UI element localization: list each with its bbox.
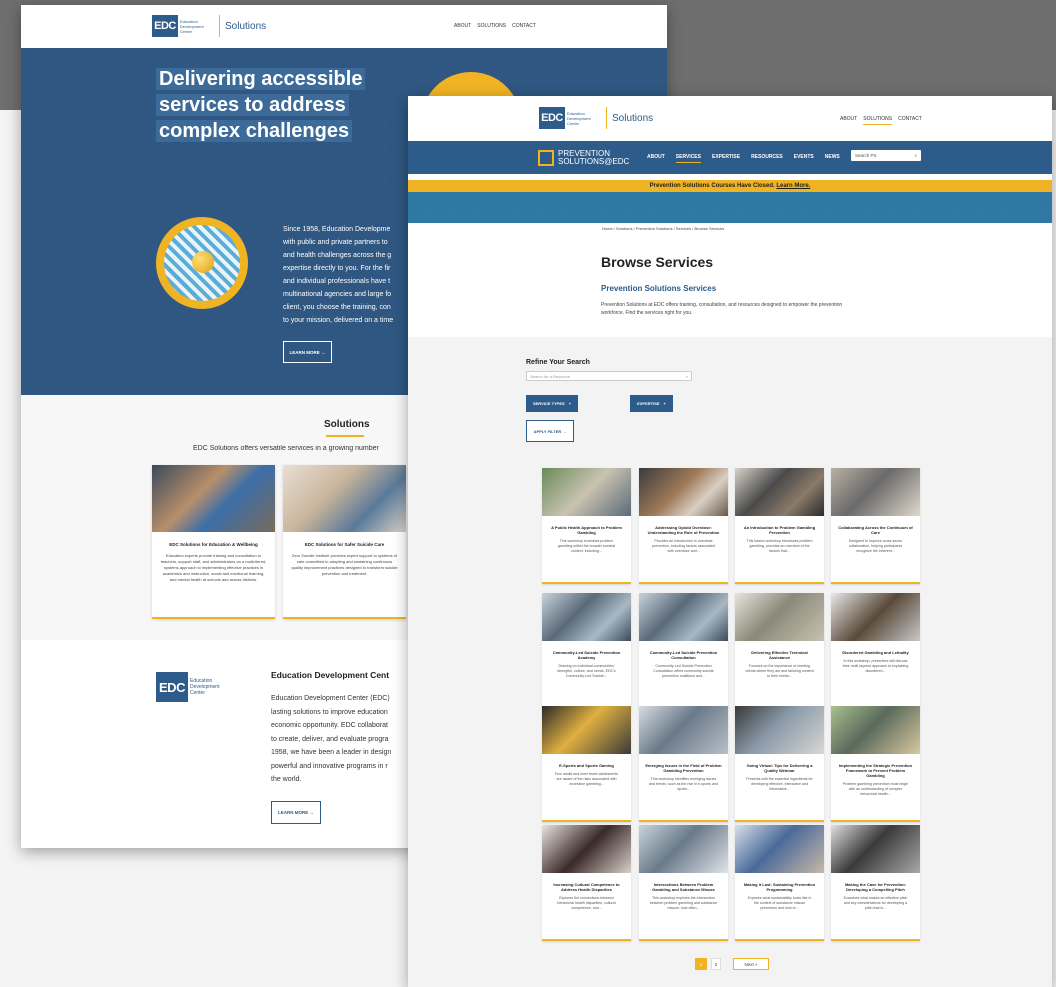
- ps-logo-icon: [538, 150, 554, 166]
- ps-menu-news[interactable]: NEWS: [825, 154, 840, 163]
- service-card[interactable]: Intersections Between Problem Gambling a…: [639, 825, 728, 941]
- service-card[interactable]: Community-Led Suicide Prevention Academy…: [542, 593, 631, 709]
- nav-about[interactable]: ABOUT: [454, 23, 471, 31]
- page-subtitle: Prevention Solutions Services: [601, 284, 717, 293]
- service-card[interactable]: Implementing the Strategic Prevention Fr…: [831, 706, 920, 822]
- logo-mark: EDC: [156, 672, 188, 702]
- logo-product: Solutions: [225, 20, 267, 32]
- ps-menu-expertise[interactable]: EXPERTISE: [712, 154, 740, 163]
- card-title: EDC Solutions for Education & Wellbeing: [169, 542, 258, 547]
- resource-search-input[interactable]: Search for a Resource ⌕: [526, 371, 692, 381]
- ps-menu-resources[interactable]: RESOURCES: [751, 154, 783, 163]
- refine-section: Refine Your Search Search for a Resource…: [408, 337, 1052, 987]
- ps-menu: ABOUT SERVICES EXPERTISE RESOURCES EVENT…: [647, 154, 840, 163]
- nav-solutions[interactable]: SOLUTIONS: [477, 23, 506, 31]
- logo-subtitle: Education Development Center: [567, 110, 591, 126]
- card-text: Zero Suicide Institute provides expert s…: [291, 553, 398, 576]
- org-text: Education Development Center (EDC) lastin…: [271, 695, 392, 783]
- plus-icon: +: [663, 401, 666, 406]
- service-card[interactable]: Going Virtual: Tips for Delivering a Qua…: [735, 706, 824, 822]
- logo-product: Solutions: [612, 112, 654, 124]
- apply-filter-button[interactable]: APPLY FILTER →: [526, 420, 574, 442]
- solutions-subtitle: EDC Solutions offers versatile services …: [193, 445, 379, 452]
- edc-logo[interactable]: EDC Education Development Center Solutio…: [152, 15, 266, 37]
- nav-solutions[interactable]: SOLUTIONS: [863, 116, 893, 125]
- refine-title: Refine Your Search: [526, 359, 590, 366]
- prevention-solutions-nav: PREVENTION SOLUTIONS@EDC ABOUT SERVICES E…: [408, 141, 1052, 174]
- top-nav: ABOUT SOLUTIONS CONTACT: [840, 116, 922, 125]
- browse-services-window: EDC Education Development Center Solutio…: [408, 96, 1052, 987]
- card-photo: [283, 465, 406, 532]
- service-card[interactable]: An Introduction to Problem Gambling Prev…: [735, 468, 824, 584]
- logo-subtitle: Education Development Center: [190, 678, 220, 696]
- alert-banner: Prevention Solutions Courses Have Closed…: [408, 180, 1052, 192]
- solution-card-education[interactable]: EDC Solutions for Education & Wellbeing …: [152, 465, 275, 619]
- search-icon[interactable]: ⌕: [914, 153, 917, 158]
- service-card[interactable]: Making the Case for Prevention: Developi…: [831, 825, 920, 941]
- page-title: Browse Services: [601, 254, 714, 270]
- top-bar: EDC Education Development Center Solutio…: [21, 5, 667, 48]
- hero-title: Delivering accessible services to addres…: [156, 66, 366, 144]
- service-card[interactable]: Increasing Cultural Competence to Addres…: [542, 825, 631, 941]
- solutions-title: Solutions: [324, 419, 370, 430]
- intro-text: Since 1958, Education Developme with publ…: [283, 226, 394, 324]
- logo-mark: EDC: [539, 107, 565, 129]
- top-nav: ABOUT SOLUTIONS CONTACT: [454, 23, 536, 31]
- plus-icon: +: [568, 401, 572, 406]
- service-types-filter-button[interactable]: SERVICE TYPES +: [526, 395, 578, 412]
- org-learn-more-button[interactable]: LEARN MORE →: [271, 801, 321, 824]
- card-photo: [152, 465, 275, 532]
- nav-contact[interactable]: CONTACT: [898, 116, 922, 125]
- solution-card-suicide-care[interactable]: EDC Solutions for Safer Suicide Care Zer…: [283, 465, 406, 619]
- service-card[interactable]: Community-Led Suicide Prevention Consult…: [639, 593, 728, 709]
- top-bar: EDC Education Development Center Solutio…: [408, 96, 1052, 141]
- pagination-page-2[interactable]: 2: [711, 958, 721, 970]
- decorative-band: [408, 192, 1052, 223]
- intro-learn-more-button[interactable]: LEARN MORE →: [283, 341, 332, 363]
- logo-subtitle: Education Development Center: [180, 18, 204, 34]
- service-card[interactable]: Emerging Issues in the Field of Problem …: [639, 706, 728, 822]
- logo-divider: [606, 107, 607, 129]
- expertise-filter-button[interactable]: EXPERTISE +: [630, 395, 673, 412]
- service-card[interactable]: Delivering Effective Technical Assistanc…: [735, 593, 824, 709]
- title-underline: [326, 435, 364, 437]
- pagination-page-1[interactable]: 1: [695, 958, 707, 970]
- logo-mark: EDC: [152, 15, 178, 37]
- ps-search-input[interactable]: Search PS ⌕: [851, 150, 921, 161]
- edc-logo[interactable]: EDC Education Development Center Solutio…: [539, 107, 653, 129]
- card-title: EDC Solutions for Safer Suicide Care: [304, 542, 385, 547]
- card-text: Education experts provide training and c…: [160, 553, 267, 582]
- service-card[interactable]: Disordered Gambling and Lethality In this…: [831, 593, 920, 709]
- ps-menu-services[interactable]: SERVICES: [675, 154, 701, 163]
- page-description: Prevention Solutions at EDC offers train…: [601, 302, 843, 316]
- logo-divider: [219, 15, 220, 37]
- service-card[interactable]: Collaborating Across the Continuum of Ca…: [831, 468, 920, 584]
- ps-name-line2: SOLUTIONS@EDC: [558, 157, 630, 166]
- nav-about[interactable]: ABOUT: [840, 116, 857, 125]
- service-card[interactable]: Addressing Opioid Overdose: Understandin…: [639, 468, 728, 584]
- search-icon[interactable]: ⌕: [686, 374, 688, 379]
- service-card[interactable]: E-Sports and Sports Gaming Few adults and…: [542, 706, 631, 822]
- org-title: Education Development Cent: [271, 670, 390, 680]
- nav-contact[interactable]: CONTACT: [512, 23, 536, 31]
- maze-illustration: [156, 217, 248, 309]
- ps-menu-about[interactable]: ABOUT: [647, 154, 665, 163]
- service-card[interactable]: Making it Last: Sustaining Prevention Pr…: [735, 825, 824, 941]
- banner-learn-more-link[interactable]: Learn More.: [776, 183, 810, 189]
- ps-menu-events[interactable]: EVENTS: [794, 154, 814, 163]
- ps-logo[interactable]: PREVENTION SOLUTIONS@EDC: [538, 150, 629, 166]
- pagination-next[interactable]: Next »: [733, 958, 769, 970]
- breadcrumb[interactable]: Home / Solutions / Prevention Solutions …: [602, 226, 724, 231]
- service-card[interactable]: A Public Health Approach to Problem Gamb…: [542, 468, 631, 584]
- org-logo: EDC Education Development Center: [156, 672, 230, 702]
